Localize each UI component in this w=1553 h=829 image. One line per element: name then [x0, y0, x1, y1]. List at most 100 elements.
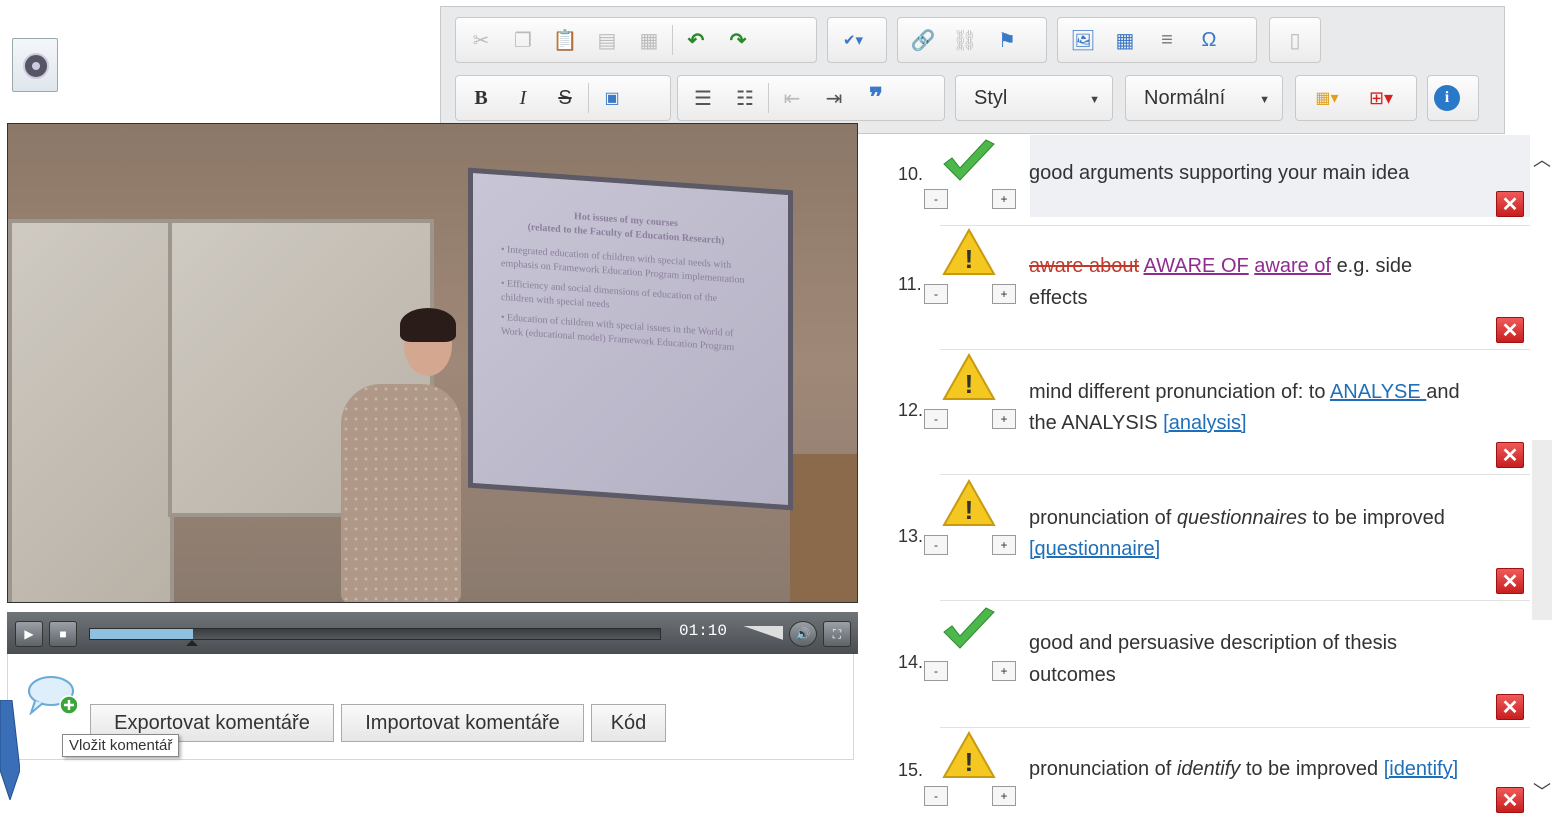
projector-screen: Hot issues of my courses (related to the…: [468, 167, 793, 511]
pointer-arrow-shape: [0, 700, 20, 800]
svg-text:!: !: [965, 369, 974, 399]
text-format-group: B I S ▣: [455, 75, 671, 121]
stop-button[interactable]: ■: [49, 621, 77, 647]
comment-text-line2[interactable]: outcomes: [1029, 660, 1116, 691]
presenter: [341, 384, 461, 602]
info-icon[interactable]: i: [1434, 85, 1460, 111]
comment-text[interactable]: good arguments supporting your main idea: [1029, 158, 1409, 189]
chevron-down-icon: ▼: [1089, 94, 1100, 106]
cabinet: [790, 454, 857, 602]
comment-text[interactable]: pronunciation of questionnaires to be im…: [1029, 503, 1445, 534]
warning-icon: !: [942, 479, 996, 526]
spellcheck-icon[interactable]: ✔▾: [834, 22, 872, 58]
delete-icon[interactable]: ✕: [1496, 787, 1524, 813]
video-file-icon[interactable]: [12, 38, 58, 92]
unlink-icon[interactable]: ⛓: [946, 22, 984, 58]
collapse-button[interactable]: -: [924, 409, 948, 429]
pronunciation-link[interactable]: [identify]: [1384, 758, 1458, 780]
editor-toolbar: ✂ ❐ 📋 ▤ ▦ ↶ ↷ ✔▾ 🔗 ⛓ ⚑ 🖼 ▦ ≡ Ω ▯ B I S ▣…: [440, 6, 1505, 134]
seek-marker: [186, 640, 198, 646]
comment-text[interactable]: pronunciation of identify to be improved…: [1029, 754, 1458, 785]
video-controls: ▶ ■ 01:10 🔊 ⛶: [7, 612, 858, 654]
redo-icon[interactable]: ↷: [719, 22, 757, 58]
undo-icon[interactable]: ↶: [677, 22, 715, 58]
expand-button[interactable]: +: [992, 284, 1016, 304]
cut-icon[interactable]: ✂: [462, 22, 500, 58]
time-display: 01:10: [679, 622, 728, 640]
image-icon[interactable]: 🖼: [1064, 22, 1102, 58]
separator: [768, 83, 769, 113]
anchor-icon[interactable]: ⚑: [988, 22, 1026, 58]
strike-button[interactable]: S: [546, 80, 584, 116]
copy-icon[interactable]: ❐: [504, 22, 542, 58]
warning-icon: !: [942, 228, 996, 275]
warning-icon: !: [942, 731, 996, 778]
delete-icon[interactable]: ✕: [1496, 317, 1524, 343]
horizontal-rule-icon[interactable]: ≡: [1148, 22, 1186, 58]
italic-button[interactable]: I: [504, 80, 542, 116]
pronunciation-link[interactable]: [questionnaire]: [1029, 538, 1160, 560]
row-divider: [940, 225, 1530, 226]
paste-text-icon[interactable]: ▤: [588, 22, 626, 58]
numbered-list-icon[interactable]: ☰: [684, 80, 722, 116]
paste-word-icon[interactable]: ▦: [630, 22, 668, 58]
table-icon[interactable]: ▦: [1106, 22, 1144, 58]
comment-text[interactable]: aware about AWARE OF aware of e.g. side: [1029, 251, 1412, 282]
about-group: i: [1427, 75, 1479, 121]
play-button[interactable]: ▶: [15, 621, 43, 647]
fullscreen-icon[interactable]: ⛶: [823, 621, 851, 647]
collapse-button[interactable]: -: [924, 786, 948, 806]
color-picker-icon[interactable]: ▦▾: [1302, 80, 1352, 116]
style-dropdown[interactable]: Styl ▼: [955, 75, 1113, 121]
comment-text[interactable]: good and persuasive description of thesi…: [1029, 628, 1397, 659]
table-grid-icon[interactable]: ⊞▾: [1356, 80, 1406, 116]
format-dropdown[interactable]: Normální ▼: [1125, 75, 1283, 121]
expand-button[interactable]: +: [992, 786, 1016, 806]
collapse-button[interactable]: -: [924, 661, 948, 681]
collapse-button[interactable]: -: [924, 284, 948, 304]
svg-text:!: !: [965, 244, 974, 274]
link-icon[interactable]: 🔗: [904, 22, 942, 58]
html-source-icon[interactable]: ▣: [593, 80, 631, 116]
delete-icon[interactable]: ✕: [1496, 694, 1524, 720]
comment-text-line2[interactable]: [questionnaire]: [1029, 534, 1160, 565]
pronunciation-link[interactable]: [analysis]: [1163, 412, 1246, 434]
special-char-icon[interactable]: Ω: [1190, 22, 1228, 58]
collapse-button[interactable]: -: [924, 535, 948, 555]
delete-icon[interactable]: ✕: [1496, 442, 1524, 468]
comment-text-line2[interactable]: effects: [1029, 283, 1088, 314]
page-icon[interactable]: ▯: [1276, 22, 1314, 58]
collapse-button[interactable]: -: [924, 189, 948, 209]
expand-button[interactable]: +: [992, 661, 1016, 681]
expand-button[interactable]: +: [992, 409, 1016, 429]
inserted-text: aware of: [1254, 255, 1331, 277]
presenter-hair: [400, 308, 456, 342]
bold-button[interactable]: B: [462, 80, 500, 116]
volume-icon[interactable]: 🔊: [789, 621, 817, 647]
whiteboard-left: [8, 219, 174, 602]
import-comments-button[interactable]: Importovat komentáře: [341, 704, 584, 742]
bullet-list-icon[interactable]: ☷: [726, 80, 764, 116]
blockquote-icon[interactable]: ❞: [857, 80, 895, 116]
expand-button[interactable]: +: [992, 189, 1016, 209]
pronunciation-link[interactable]: ANALYSE: [1330, 381, 1426, 403]
volume-slider[interactable]: [743, 626, 783, 640]
row-divider: [940, 600, 1530, 601]
indent-icon[interactable]: ⇥: [815, 80, 853, 116]
seek-bar[interactable]: [89, 628, 661, 640]
video-player[interactable]: Hot issues of my courses (related to the…: [7, 123, 858, 603]
delete-icon[interactable]: ✕: [1496, 568, 1524, 594]
comment-text[interactable]: mind different pronunciation of: to ANAL…: [1029, 377, 1460, 408]
scroll-up-icon[interactable]: ︿: [1533, 146, 1551, 172]
scrollbar-thumb[interactable]: [1532, 440, 1552, 620]
scroll-down-icon[interactable]: ﹀: [1533, 778, 1551, 804]
comment-text-line2[interactable]: the ANALYSIS [analysis]: [1029, 408, 1247, 439]
seek-progress: [90, 629, 193, 639]
add-comment-icon[interactable]: [27, 675, 77, 715]
paste-icon[interactable]: 📋: [546, 22, 584, 58]
outdent-icon[interactable]: ⇤: [773, 80, 811, 116]
delete-icon[interactable]: ✕: [1496, 191, 1524, 217]
svg-text:!: !: [965, 747, 974, 777]
code-button[interactable]: Kód: [591, 704, 666, 742]
expand-button[interactable]: +: [992, 535, 1016, 555]
